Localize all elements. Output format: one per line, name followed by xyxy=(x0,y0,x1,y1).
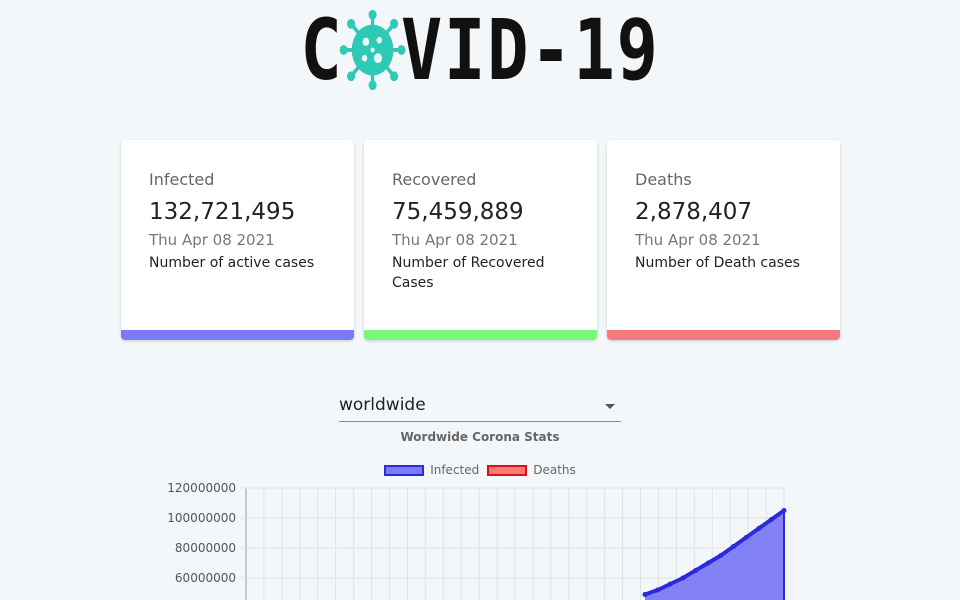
recovered-card[interactable]: Recovered 75,459,889 Thu Apr 08 2021 Num… xyxy=(364,140,597,340)
card-color-bar xyxy=(364,330,597,340)
covid-logo: C VID-19 xyxy=(0,1,960,99)
infected-point xyxy=(768,517,774,522)
infected-point xyxy=(756,526,762,531)
card-date: Thu Apr 08 2021 xyxy=(635,231,761,249)
card-date: Thu Apr 08 2021 xyxy=(149,231,275,249)
card-title: Infected xyxy=(149,170,215,189)
card-color-bar xyxy=(607,330,840,340)
line-chart: 60000000 80000000 100000000 120000000 xyxy=(167,481,787,600)
y-tick-label: 60000000 xyxy=(175,571,236,585)
legend-swatch-deaths xyxy=(487,464,528,476)
infected-point xyxy=(680,575,686,581)
card-date: Thu Apr 08 2021 xyxy=(392,231,518,249)
y-tick-label: 80000000 xyxy=(175,541,236,555)
legend-item-infected[interactable]: Infected xyxy=(384,463,479,477)
y-tick-label: 120000000 xyxy=(167,481,236,495)
infected-point xyxy=(743,535,749,540)
infected-point xyxy=(642,592,648,597)
infected-point xyxy=(705,560,711,566)
legend-label-deaths: Deaths xyxy=(533,463,576,477)
infected-point xyxy=(730,544,736,549)
card-description: Number of Recovered Cases xyxy=(392,255,545,291)
logo-text-end: VID-19 xyxy=(400,1,660,99)
infected-point xyxy=(667,581,673,587)
legend-swatch-infected xyxy=(384,464,425,476)
infected-point xyxy=(718,553,724,558)
infected-point xyxy=(655,587,661,593)
logo-text-start: C xyxy=(300,1,344,99)
chart-legend: Infected Deaths xyxy=(0,463,960,477)
infected-point xyxy=(693,568,699,573)
caret-down-icon xyxy=(605,404,615,409)
virus-icon xyxy=(339,9,406,91)
country-select[interactable]: worldwide xyxy=(339,392,621,422)
y-tick-label: 100000000 xyxy=(167,511,236,525)
deaths-card[interactable]: Deaths 2,878,407 Thu Apr 08 2021 Number … xyxy=(607,140,840,340)
country-select-value: worldwide xyxy=(339,395,426,415)
card-color-bar xyxy=(121,330,354,340)
chart-title: Wordwide Corona Stats xyxy=(400,430,560,444)
legend-item-deaths[interactable]: Deaths xyxy=(487,463,576,477)
card-description: Number of active cases xyxy=(149,255,315,271)
card-count: 75,459,889 xyxy=(392,199,524,225)
card-count: 2,878,407 xyxy=(635,199,753,225)
stats-cards: Infected 132,721,495 Thu Apr 08 2021 Num… xyxy=(121,140,840,340)
card-title: Deaths xyxy=(635,170,692,189)
legend-label-infected: Infected xyxy=(430,463,480,477)
card-count: 132,721,495 xyxy=(149,199,296,225)
card-description: Number of Death cases xyxy=(635,255,800,271)
infected-card[interactable]: Infected 132,721,495 Thu Apr 08 2021 Num… xyxy=(121,140,354,340)
card-title: Recovered xyxy=(392,170,477,189)
